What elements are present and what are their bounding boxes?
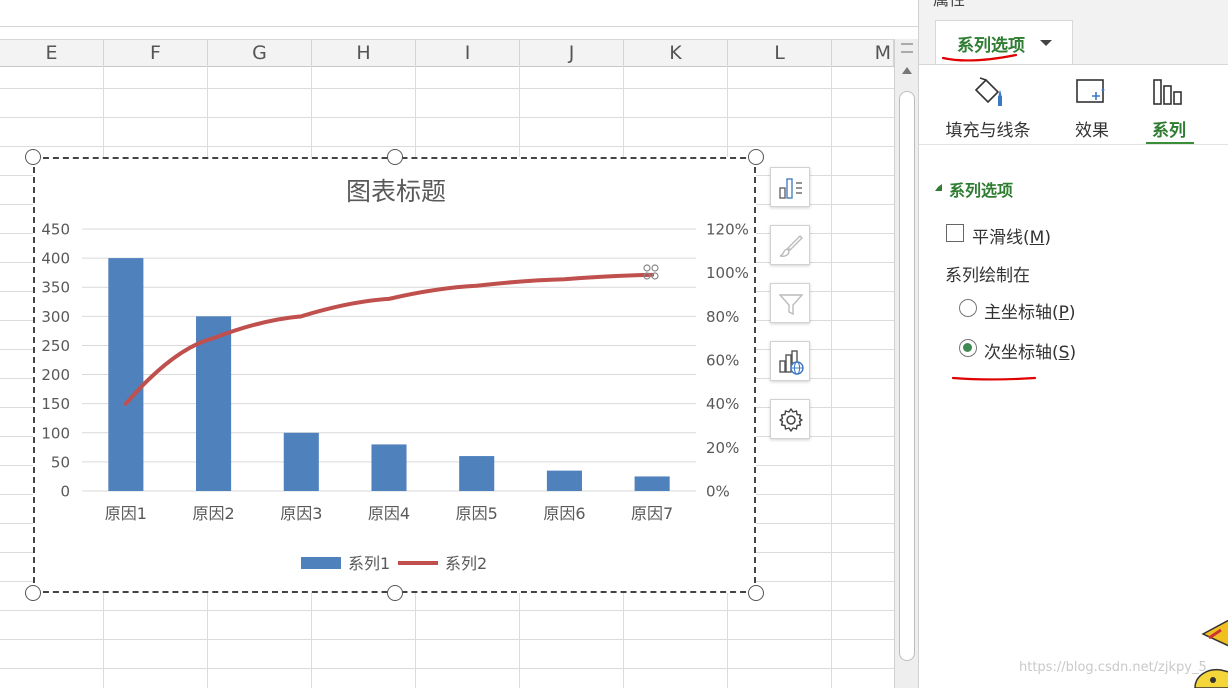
category-label: 原因1 bbox=[105, 504, 147, 523]
primary-axis-access-key: P bbox=[1058, 303, 1069, 323]
secondary-axis-label[interactable]: 次坐标轴(S) bbox=[984, 338, 1076, 363]
chart-filter-icon bbox=[778, 294, 804, 316]
chart-settings-button[interactable] bbox=[770, 399, 810, 439]
chart[interactable]: 图表标题 450 400 350 300 250 200 150 100 50 0 120% 100… bbox=[0, 0, 894, 688]
category-fill-and-line-label: 填充与线条 bbox=[945, 121, 1031, 141]
chart-online-button[interactable] bbox=[770, 341, 810, 381]
primary-axis-tick-label: 100 bbox=[41, 424, 70, 442]
vertical-scrollbar[interactable] bbox=[894, 39, 918, 688]
chart-online-icon bbox=[779, 350, 804, 375]
corner-sticker-image bbox=[1194, 620, 1228, 688]
secondary-axis-tick-label: 60% bbox=[706, 352, 739, 370]
chart-legend[interactable]: 系列1 系列2 bbox=[301, 554, 487, 573]
smooth-line-text: 平滑线( bbox=[972, 228, 1030, 248]
category-label: 原因2 bbox=[192, 504, 234, 523]
smooth-line-access-key: M bbox=[1029, 228, 1045, 248]
category-series-label: 系列 bbox=[1152, 121, 1186, 141]
primary-axis-tick-label: 300 bbox=[41, 308, 70, 326]
secondary-axis-tick-label: 120% bbox=[706, 221, 749, 239]
red-annotation-underline-secondary bbox=[951, 376, 1037, 381]
chart-elements-button[interactable] bbox=[770, 167, 810, 207]
primary-axis-tick-label: 0 bbox=[60, 483, 70, 501]
bar-series-1[interactable] bbox=[459, 456, 495, 491]
primary-axis-tick-labels[interactable]: 450 400 350 300 250 200 150 100 50 0 bbox=[41, 221, 70, 501]
primary-axis-text: 主坐标轴( bbox=[984, 303, 1059, 323]
secondary-axis-tick-label: 100% bbox=[706, 264, 749, 282]
primary-axis-tick-label: 50 bbox=[51, 453, 70, 471]
primary-axis-tick-label: 200 bbox=[41, 366, 70, 384]
secondary-axis-text: 次坐标轴( bbox=[984, 343, 1059, 363]
radio-selected-dot bbox=[963, 343, 972, 352]
bar-series-1[interactable] bbox=[546, 470, 582, 491]
secondary-axis-radio[interactable] bbox=[959, 339, 977, 357]
primary-axis-tick-label: 400 bbox=[41, 250, 70, 268]
collapse-triangle-icon[interactable] bbox=[935, 184, 942, 191]
chart-title[interactable]: 图表标题 bbox=[346, 177, 446, 206]
secondary-axis-access-key: S bbox=[1058, 343, 1070, 363]
smooth-line-checkbox[interactable] bbox=[946, 224, 964, 242]
category-label: 原因4 bbox=[368, 504, 410, 523]
chevron-down-icon bbox=[1040, 40, 1052, 46]
legend-swatch-series-1 bbox=[301, 557, 341, 569]
primary-axis-radio[interactable] bbox=[959, 299, 977, 317]
category-series[interactable]: 系列 bbox=[1141, 70, 1197, 146]
property-pane: 属性 系列选项 填充与线条 效果 系列 bbox=[918, 0, 1228, 689]
category-label: 原因7 bbox=[631, 504, 673, 523]
red-annotation-underline bbox=[941, 53, 1018, 62]
legend-label-series-1: 系列1 bbox=[348, 554, 390, 573]
pane-title: 属性 bbox=[933, 0, 965, 10]
secondary-axis-tick-label: 20% bbox=[706, 439, 739, 457]
watermark-text: https://blog.csdn.net/zjkpy_5 bbox=[1019, 660, 1207, 675]
chart-style-button[interactable] bbox=[770, 225, 810, 265]
chart-elements-icon bbox=[779, 178, 802, 199]
section-header-series-options[interactable]: 系列选项 bbox=[949, 177, 1013, 201]
primary-axis-label[interactable]: 主坐标轴(P) bbox=[984, 298, 1076, 323]
category-effects[interactable]: 效果 bbox=[1065, 70, 1119, 146]
pane-divider bbox=[919, 144, 1228, 145]
primary-axis-paren: ) bbox=[1068, 303, 1076, 323]
bar-series-1[interactable] bbox=[283, 432, 319, 491]
category-label: 原因6 bbox=[543, 504, 585, 523]
category-effects-label: 效果 bbox=[1075, 121, 1109, 141]
secondary-axis-paren: ) bbox=[1069, 343, 1077, 363]
spreadsheet-area: E F G H I J K L M 图表标题 450 400 350 300 250 20… bbox=[0, 0, 918, 688]
smooth-line-label[interactable]: 平滑线(M) bbox=[972, 223, 1051, 248]
series-bars-icon bbox=[1153, 79, 1182, 105]
secondary-axis-tick-label: 0% bbox=[706, 483, 730, 501]
plot-series-on-label: 系列绘制在 bbox=[945, 266, 1030, 286]
effects-icon bbox=[1076, 79, 1105, 103]
primary-axis-tick-label: 450 bbox=[41, 221, 70, 239]
category-label: 原因3 bbox=[280, 504, 322, 523]
chart-style-icon bbox=[779, 235, 803, 257]
primary-axis-tick-label: 250 bbox=[41, 337, 70, 355]
fill-bucket-icon bbox=[974, 77, 1002, 106]
scrollbar-thumb[interactable] bbox=[899, 91, 915, 661]
chart-settings-icon bbox=[779, 408, 803, 432]
secondary-axis-tick-label: 80% bbox=[706, 308, 739, 326]
category-fill-and-line[interactable]: 填充与线条 bbox=[933, 70, 1043, 146]
scroll-up-arrow-icon[interactable] bbox=[902, 67, 912, 74]
scrollbar-grip-icon[interactable] bbox=[901, 43, 913, 53]
legend-label-series-2: 系列2 bbox=[445, 554, 487, 573]
primary-axis-tick-label: 350 bbox=[41, 279, 70, 297]
bar-series-1[interactable] bbox=[108, 258, 144, 491]
secondary-axis-tick-labels[interactable]: 120% 100% 80% 60% 40% 20% 0% bbox=[706, 221, 749, 501]
smooth-line-paren: ) bbox=[1044, 228, 1051, 248]
bar-series-1[interactable] bbox=[634, 476, 670, 491]
chart-filter-button[interactable] bbox=[770, 283, 810, 323]
secondary-axis-tick-label: 40% bbox=[706, 395, 739, 413]
primary-axis-tick-label: 150 bbox=[41, 395, 70, 413]
category-axis-labels[interactable]: 原因1 原因2 原因3 原因4 原因5 原因6 原因7 bbox=[105, 504, 673, 523]
category-label: 原因5 bbox=[456, 504, 498, 523]
bar-series-1[interactable] bbox=[371, 444, 407, 491]
